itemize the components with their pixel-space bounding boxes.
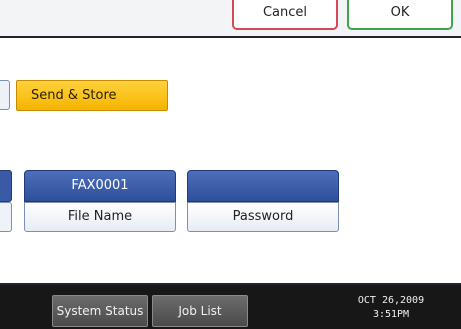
header-divider [0,36,461,38]
password-button[interactable]: Password [187,202,339,232]
ok-button[interactable]: OK [347,0,453,30]
time-text: 3:51PM [372,309,410,320]
date-time-display: OCT 26,2009 3:51PM [336,294,446,322]
send-store-button[interactable]: Send & Store [16,80,168,111]
file-name-button[interactable]: File Name [24,202,176,232]
date-text: OCT 26,2009 [357,295,425,306]
job-list-button[interactable]: Job List [152,295,248,327]
cancel-button[interactable]: Cancel [232,0,338,30]
partial-destination-head-left[interactable] [0,170,12,202]
destination-fax0001[interactable]: FAX0001 [24,170,176,202]
status-bar: System Status Job List OCT 26,2009 3:51P… [0,285,461,329]
destination-empty[interactable] [187,170,339,202]
partial-field-left[interactable] [0,202,12,232]
system-status-button[interactable]: System Status [52,295,148,327]
partial-button-left[interactable] [0,80,10,110]
